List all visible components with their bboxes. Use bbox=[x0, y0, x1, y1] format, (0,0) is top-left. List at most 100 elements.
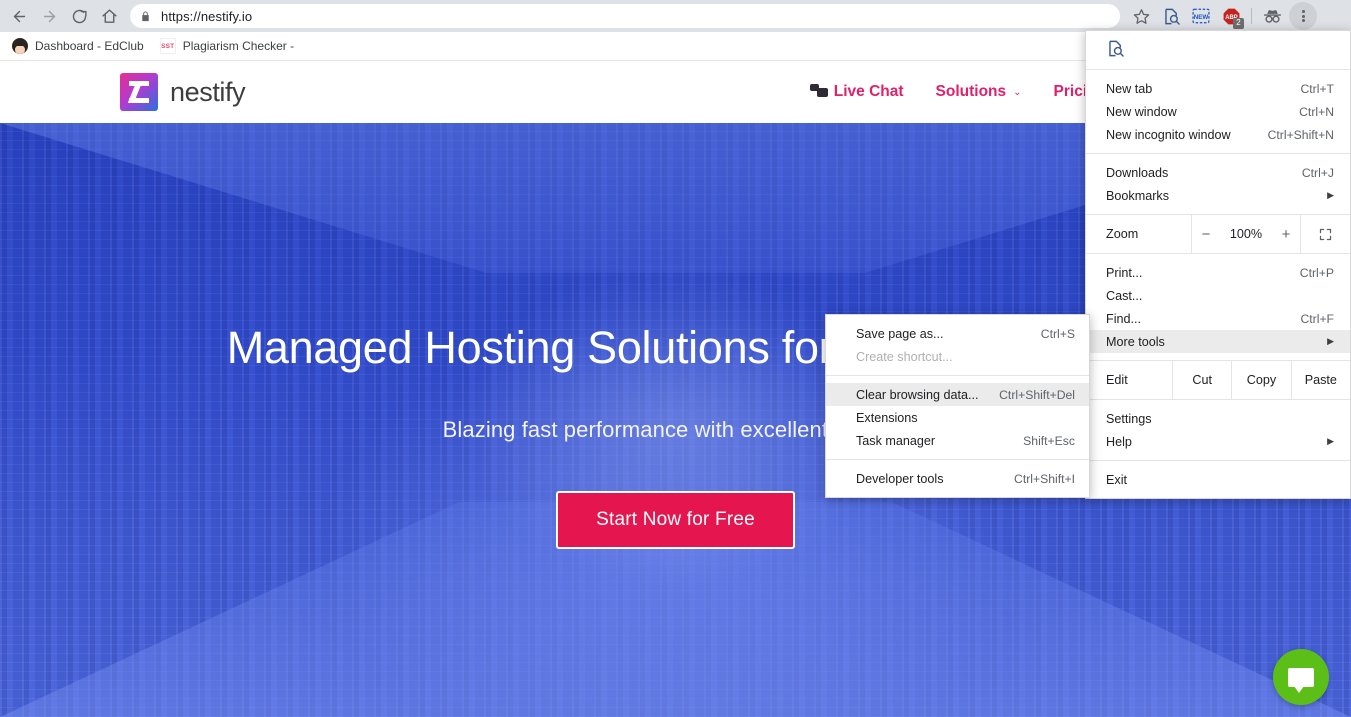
menu-shortcut: Ctrl+J bbox=[1301, 165, 1334, 180]
new-extension-icon[interactable]: NEW bbox=[1186, 2, 1216, 30]
edit-paste-button[interactable]: Paste bbox=[1290, 361, 1350, 399]
submenu-label: Extensions bbox=[856, 410, 918, 425]
zoom-in-button[interactable]: + bbox=[1278, 226, 1294, 243]
menu-item-find[interactable]: Find... Ctrl+F bbox=[1086, 307, 1350, 330]
menu-shortcut: Ctrl+Shift+N bbox=[1267, 127, 1334, 142]
menu-label: Print... bbox=[1106, 265, 1143, 280]
svg-text:NEW: NEW bbox=[1194, 14, 1209, 21]
page-magnifier-extension-icon[interactable] bbox=[1106, 39, 1125, 61]
menu-edit-row: Edit Cut Copy Paste bbox=[1086, 361, 1350, 399]
fullscreen-icon[interactable] bbox=[1300, 215, 1350, 253]
chat-widget-button[interactable] bbox=[1273, 649, 1329, 705]
incognito-icon[interactable] bbox=[1257, 2, 1287, 30]
menu-item-cast[interactable]: Cast... bbox=[1086, 284, 1350, 307]
menu-item-more-tools[interactable]: More tools ▶ bbox=[1086, 330, 1350, 353]
edit-copy-button[interactable]: Copy bbox=[1231, 361, 1290, 399]
reload-icon[interactable] bbox=[64, 2, 94, 30]
toolbar-extension-icons: NEW ABP 2 bbox=[1126, 2, 1321, 30]
zoom-label: Zoom bbox=[1106, 227, 1139, 241]
adblock-badge-count: 2 bbox=[1233, 18, 1244, 29]
menu-item-print[interactable]: Print... Ctrl+P bbox=[1086, 261, 1350, 284]
chevron-right-icon: ▶ bbox=[1327, 436, 1334, 446]
menu-shortcut: Ctrl+P bbox=[1299, 265, 1334, 280]
menu-item-new-tab[interactable]: New tab Ctrl+T bbox=[1086, 77, 1350, 100]
menu-label: New tab bbox=[1106, 81, 1153, 96]
menu-group-library: Downloads Ctrl+J Bookmarks ▶ bbox=[1086, 154, 1350, 214]
zoom-level-value: 100% bbox=[1229, 227, 1263, 241]
submenu-label: Save page as... bbox=[856, 326, 944, 341]
menu-item-new-window[interactable]: New window Ctrl+N bbox=[1086, 100, 1350, 123]
chrome-main-menu: New tab Ctrl+T New window Ctrl+N New inc… bbox=[1085, 30, 1351, 499]
toolbar-divider bbox=[1251, 8, 1252, 24]
menu-item-bookmarks[interactable]: Bookmarks ▶ bbox=[1086, 184, 1350, 207]
menu-label: Exit bbox=[1106, 472, 1127, 487]
menu-item-downloads[interactable]: Downloads Ctrl+J bbox=[1086, 161, 1350, 184]
bookmark-item-edclub[interactable]: Dashboard - EdClub bbox=[4, 34, 152, 58]
chevron-right-icon: ▶ bbox=[1327, 190, 1334, 200]
menu-dot bbox=[1301, 14, 1305, 18]
menu-item-new-incognito-window[interactable]: New incognito window Ctrl+Shift+N bbox=[1086, 123, 1350, 146]
adblock-plus-icon[interactable]: ABP 2 bbox=[1216, 2, 1246, 30]
menu-group-tools: Print... Ctrl+P Cast... Find... Ctrl+F M… bbox=[1086, 254, 1350, 360]
browser-window: https://nestify.io NEW ABP 2 Dashboard -… bbox=[0, 0, 1351, 717]
menu-shortcut: Ctrl+T bbox=[1300, 81, 1334, 96]
menu-label: Help bbox=[1106, 434, 1132, 449]
submenu-item-task-manager[interactable]: Task manager Shift+Esc bbox=[826, 429, 1089, 452]
chevron-right-icon: ▶ bbox=[1327, 336, 1334, 346]
start-now-for-free-button[interactable]: Start Now for Free bbox=[556, 491, 795, 550]
submenu-label: Developer tools bbox=[856, 471, 944, 486]
back-icon[interactable] bbox=[4, 2, 34, 30]
lock-icon bbox=[140, 10, 151, 23]
menu-label: New incognito window bbox=[1106, 127, 1231, 142]
menu-label: Cast... bbox=[1106, 288, 1143, 303]
navigation-buttons bbox=[0, 2, 124, 30]
menu-dot bbox=[1301, 10, 1305, 14]
submenu-item-developer-tools[interactable]: Developer tools Ctrl+Shift+I bbox=[826, 467, 1089, 490]
submenu-item-extensions[interactable]: Extensions bbox=[826, 406, 1089, 429]
menu-label: More tools bbox=[1106, 334, 1165, 349]
submenu-label: Task manager bbox=[856, 433, 936, 448]
site-logo[interactable]: nestify bbox=[120, 73, 246, 111]
submenu-group-tools: Clear browsing data... Ctrl+Shift+Del Ex… bbox=[826, 376, 1089, 459]
submenu-item-clear-browsing-data[interactable]: Clear browsing data... Ctrl+Shift+Del bbox=[826, 383, 1089, 406]
submenu-shortcut: Ctrl+S bbox=[1040, 326, 1075, 341]
submenu-label: Create shortcut... bbox=[856, 349, 953, 364]
edit-label: Edit bbox=[1106, 373, 1128, 387]
submenu-shortcut: Ctrl+Shift+Del bbox=[999, 387, 1075, 402]
home-icon[interactable] bbox=[94, 2, 124, 30]
menu-shortcut: Ctrl+N bbox=[1299, 104, 1334, 119]
menu-shortcut: Ctrl+F bbox=[1300, 311, 1334, 326]
chat-bubbles-icon bbox=[809, 84, 832, 100]
menu-label: Find... bbox=[1106, 311, 1141, 326]
chrome-menu-icon[interactable] bbox=[1289, 2, 1317, 30]
submenu-shortcut: Shift+Esc bbox=[1023, 433, 1075, 448]
bookmark-item-plagiarism-checker[interactable]: SST Plagiarism Checker - bbox=[152, 34, 302, 58]
menu-extension-row[interactable] bbox=[1086, 31, 1350, 69]
submenu-shortcut: Ctrl+Shift+I bbox=[1014, 471, 1075, 486]
nav-label: Live Chat bbox=[833, 83, 904, 100]
menu-label: Bookmarks bbox=[1106, 188, 1169, 203]
menu-label: Downloads bbox=[1106, 165, 1169, 180]
menu-item-settings[interactable]: Settings bbox=[1086, 407, 1350, 430]
logo-text: nestify bbox=[170, 76, 246, 107]
nav-item-solutions[interactable]: Solutions ⌄ bbox=[936, 83, 1022, 101]
sst-favicon: SST bbox=[159, 38, 176, 54]
menu-zoom-row: Zoom − 100% + bbox=[1086, 215, 1350, 253]
zoom-out-button[interactable]: − bbox=[1198, 226, 1214, 243]
zoom-controls: − 100% + bbox=[1191, 215, 1300, 253]
nestify-logo-icon bbox=[120, 73, 158, 111]
forward-icon[interactable] bbox=[34, 2, 64, 30]
submenu-group-save: Save page as... Ctrl+S Create shortcut..… bbox=[826, 315, 1089, 375]
url-text: https://nestify.io bbox=[161, 8, 253, 24]
submenu-label: Clear browsing data... bbox=[856, 387, 979, 402]
chat-bubble-icon bbox=[1288, 667, 1314, 693]
menu-group-exit: Exit bbox=[1086, 461, 1350, 498]
edit-cut-button[interactable]: Cut bbox=[1172, 361, 1231, 399]
page-magnifier-extension-icon[interactable] bbox=[1156, 2, 1186, 30]
menu-item-help[interactable]: Help ▶ bbox=[1086, 430, 1350, 453]
nav-item-live-chat[interactable]: Live Chat bbox=[809, 83, 904, 101]
submenu-item-save-page-as[interactable]: Save page as... Ctrl+S bbox=[826, 322, 1089, 345]
address-bar[interactable]: https://nestify.io bbox=[130, 4, 1120, 28]
bookmark-star-icon[interactable] bbox=[1126, 2, 1156, 30]
menu-item-exit[interactable]: Exit bbox=[1086, 468, 1350, 491]
